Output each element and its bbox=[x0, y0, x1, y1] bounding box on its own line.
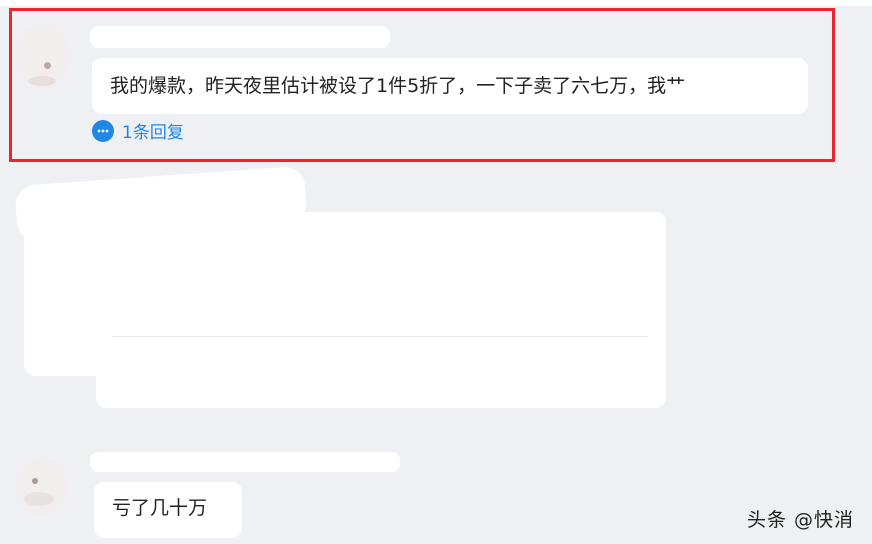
redacted-region bbox=[40, 350, 110, 376]
redacted-divider bbox=[112, 336, 648, 337]
reply-count[interactable]: 1条回复 bbox=[122, 118, 184, 143]
comment-bubble: 我的爆款，昨天夜里估计被设了1件5折了，一下子卖了六七万，我艹 bbox=[92, 58, 808, 114]
avatar[interactable] bbox=[14, 458, 68, 516]
username-redacted bbox=[90, 452, 400, 472]
watermark: 头条 @快消 bbox=[746, 509, 854, 531]
username-redacted bbox=[90, 26, 390, 48]
avatar[interactable] bbox=[14, 24, 70, 88]
comment-bubble: 亏了几十万 bbox=[94, 482, 242, 538]
replies-link[interactable]: 1条回复 bbox=[92, 118, 184, 143]
comment-text: 亏了几十万 bbox=[112, 497, 208, 519]
comment-text: 我的爆款，昨天夜里估计被设了1件5折了，一下子卖了六七万，我艹 bbox=[110, 75, 686, 97]
redacted-region bbox=[96, 212, 666, 408]
reply-bubble-icon bbox=[92, 119, 114, 142]
top-strip bbox=[0, 0, 872, 6]
